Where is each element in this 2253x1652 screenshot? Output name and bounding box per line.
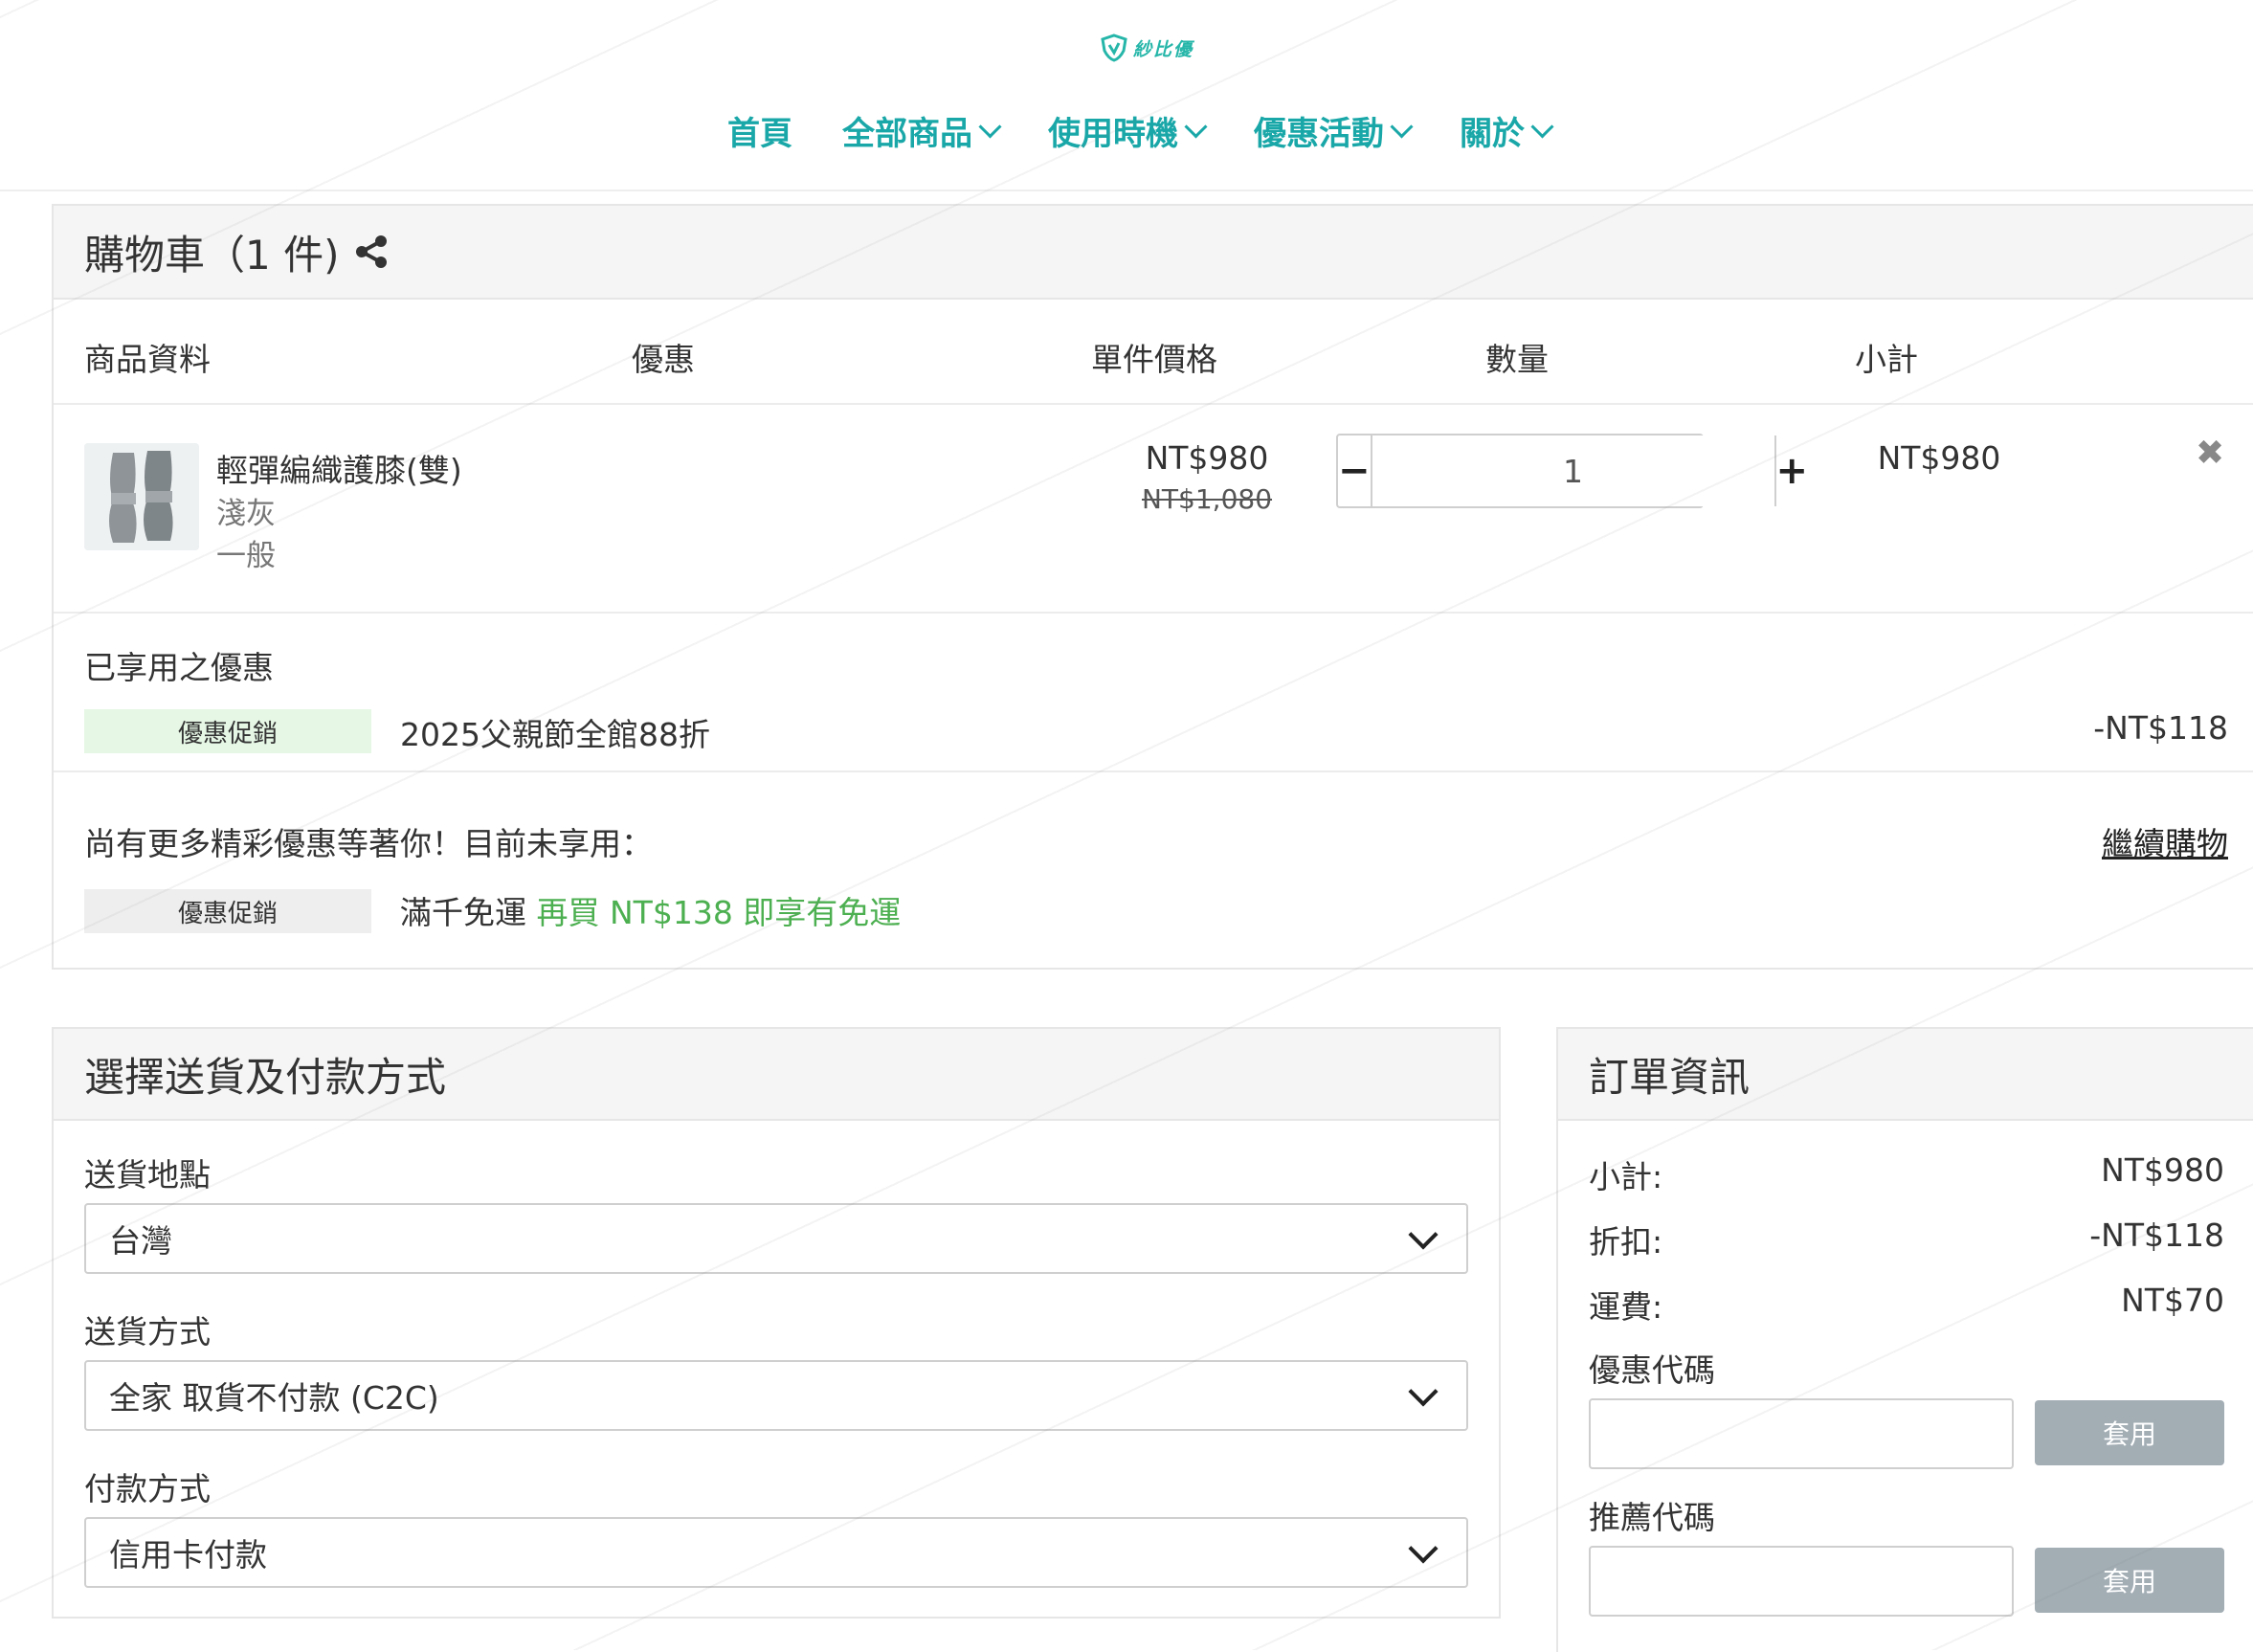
- remove-item-close-icon[interactable]: ✖: [2196, 434, 2224, 473]
- decrease-quantity-button[interactable]: −: [1338, 435, 1372, 506]
- order-subtotal-row: 小計: NT$980: [1589, 1151, 2224, 1197]
- more-promotions-label: 尚有更多精彩優惠等著你！目前未享用：: [84, 825, 653, 862]
- order-shipping-label: 運費:: [1589, 1288, 1663, 1326]
- main-nav: 首頁 全部商品 使用時機 優惠活動 關於: [727, 107, 1554, 154]
- order-shipping-value: NT$70: [2121, 1282, 2224, 1319]
- chevron-down-icon: [1408, 1219, 1439, 1250]
- nav-usage-label: 使用時機: [1048, 115, 1178, 153]
- logo[interactable]: 紗比優: [1101, 29, 1206, 67]
- unused-promotion: 滿千免運 再買 NT$138 即享有免運: [400, 887, 901, 933]
- order-subtotal-label: 小計:: [1589, 1158, 1663, 1195]
- quantity-stepper: − +: [1336, 434, 1808, 508]
- col-quantity: 數量: [1485, 341, 1549, 378]
- apply-coupon-button[interactable]: 套用: [2035, 1400, 2224, 1465]
- col-unit-price: 單件價格: [1091, 341, 1217, 378]
- nav-usage[interactable]: 使用時機: [1048, 107, 1208, 154]
- product-thumbnail[interactable]: [84, 443, 199, 550]
- nav-home-label: 首頁: [727, 115, 792, 153]
- referral-code-label: 推薦代碼: [1589, 1499, 1715, 1536]
- cart-column-headers: 商品資料 優惠 單件價格 數量 小計: [54, 300, 2253, 405]
- chevron-down-icon: [1408, 1376, 1439, 1407]
- order-discount-row: 折扣: -NT$118: [1589, 1217, 2224, 1262]
- apply-referral-button[interactable]: 套用: [2035, 1548, 2224, 1613]
- chevron-down-icon: [1408, 1533, 1439, 1564]
- nav-all-products[interactable]: 全部商品: [842, 107, 1002, 154]
- shipping-payment-panel: 選擇送貨及付款方式 送貨地點 台灣 送貨方式 全家 取貨不付款 (C2C) 付款…: [52, 1027, 1501, 1619]
- applied-promotion-name: 2025父親節全館88折: [400, 716, 710, 753]
- original-price: NT$1,080: [1141, 483, 1273, 515]
- payment-method-label: 付款方式: [84, 1470, 211, 1507]
- nav-promotions[interactable]: 優惠活動: [1254, 107, 1414, 154]
- unused-promotion-name: 滿千免運: [400, 894, 526, 931]
- share-icon[interactable]: [352, 233, 390, 271]
- shipping-method-select[interactable]: 全家 取貨不付款 (C2C): [84, 1360, 1468, 1431]
- destination-select[interactable]: 台灣: [84, 1203, 1468, 1274]
- cart-panel: 購物車（1 件) 商品資料 優惠 單件價格 數量 小計 輕彈編織護膝(雙) 淺灰…: [52, 204, 2253, 970]
- site-header: 紗比優 首頁 全部商品 使用時機 優惠活動 關於: [0, 0, 2253, 191]
- payment-method-value: 信用卡付款: [109, 1536, 267, 1574]
- shipping-method-value: 全家 取貨不付款 (C2C): [109, 1379, 439, 1417]
- nav-promotions-label: 優惠活動: [1254, 115, 1384, 153]
- increase-quantity-button[interactable]: +: [1773, 435, 1808, 506]
- nav-about[interactable]: 關於: [1460, 107, 1554, 154]
- coupon-code-input[interactable]: [1589, 1398, 2014, 1469]
- product-name[interactable]: 輕彈編織護膝(雙): [216, 445, 462, 491]
- promotion-badge: 優惠促銷: [84, 709, 371, 753]
- promotion-badge-inactive: 優惠促銷: [84, 889, 371, 933]
- unit-price: NT$980: [1145, 439, 1269, 477]
- payment-method-select[interactable]: 信用卡付款: [84, 1517, 1468, 1588]
- cart-title: 購物車（1 件): [84, 231, 340, 279]
- col-discount: 優惠: [632, 341, 695, 378]
- cart-item-row: 輕彈編織護膝(雙) 淺灰 一般 NT$980 NT$1,080 − + NT$9…: [54, 405, 2253, 614]
- order-summary-panel: 訂單資訊 小計: NT$980 折扣: -NT$118 運費: NT$70 優惠…: [1556, 1027, 2253, 1652]
- order-discount-value: -NT$118: [2089, 1217, 2224, 1254]
- product-variant-color: 淺灰: [216, 497, 276, 531]
- logo-shield-icon: [1101, 33, 1127, 62]
- free-shipping-hint: 再買 NT$138 即享有免運: [536, 894, 902, 931]
- coupon-code-label: 優惠代碼: [1589, 1351, 1715, 1389]
- chevron-down-icon: [978, 115, 1002, 139]
- shipping-method-label: 送貨方式: [84, 1313, 211, 1351]
- order-discount-label: 折扣:: [1589, 1223, 1663, 1261]
- item-subtotal: NT$980: [1877, 439, 2001, 477]
- applied-promotions-label: 已享用之優惠: [84, 649, 274, 686]
- logo-text: 紗比優: [1133, 38, 1194, 60]
- nav-all-products-label: 全部商品: [842, 115, 972, 153]
- chevron-down-icon: [1530, 115, 1554, 139]
- destination-label: 送貨地點: [84, 1156, 211, 1194]
- continue-shopping-link[interactable]: 繼續購物: [2102, 818, 2228, 864]
- order-shipping-row: 運費: NT$70: [1589, 1282, 2224, 1328]
- nav-about-label: 關於: [1460, 115, 1525, 153]
- destination-value: 台灣: [109, 1222, 172, 1260]
- col-product: 商品資料: [84, 341, 211, 378]
- order-panel-title: 訂單資訊: [1558, 1029, 2253, 1121]
- chevron-down-icon: [1184, 115, 1208, 139]
- col-subtotal: 小計: [1855, 341, 1918, 378]
- applied-promotion-amount: -NT$118: [2093, 709, 2228, 747]
- quantity-input[interactable]: [1372, 435, 1774, 506]
- nav-home[interactable]: 首頁: [727, 107, 792, 154]
- chevron-down-icon: [1390, 115, 1414, 139]
- applied-promotions: 已享用之優惠 優惠促銷 2025父親節全館88折 -NT$118: [54, 614, 2253, 772]
- cart-header: 購物車（1 件): [54, 206, 2253, 300]
- order-subtotal-value: NT$980: [2101, 1151, 2224, 1189]
- more-promotions: 尚有更多精彩優惠等著你！目前未享用： 繼續購物 優惠促銷 滿千免運 再買 NT$…: [54, 772, 2253, 970]
- product-variant-type: 一般: [216, 539, 276, 573]
- shipping-panel-title: 選擇送貨及付款方式: [54, 1029, 1499, 1121]
- referral-code-input[interactable]: [1589, 1546, 2014, 1617]
